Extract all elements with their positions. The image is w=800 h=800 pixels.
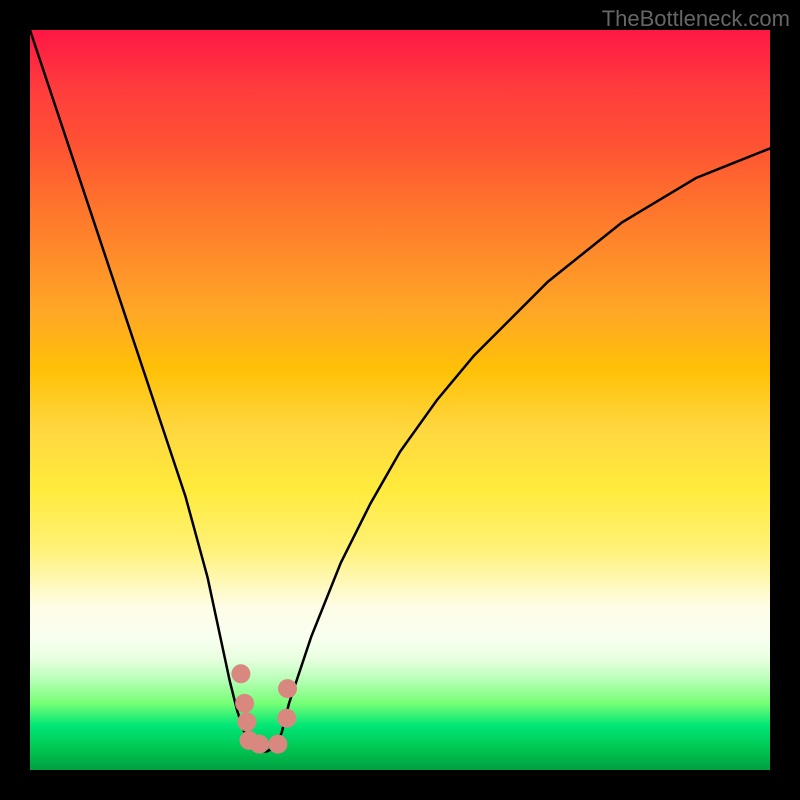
marker-dot [277,709,296,728]
marker-dot [240,731,259,750]
bottleneck-curve [30,30,770,752]
marker-dot [231,664,250,683]
marker-dot [278,679,297,698]
chart-svg [30,30,770,770]
chart-plot-area [30,30,770,770]
marker-dot [235,694,254,713]
marker-dot [268,735,287,754]
highlight-markers [231,664,297,753]
watermark-text: TheBottleneck.com [602,6,790,32]
marker-dot [250,735,269,754]
marker-dot [237,712,256,731]
